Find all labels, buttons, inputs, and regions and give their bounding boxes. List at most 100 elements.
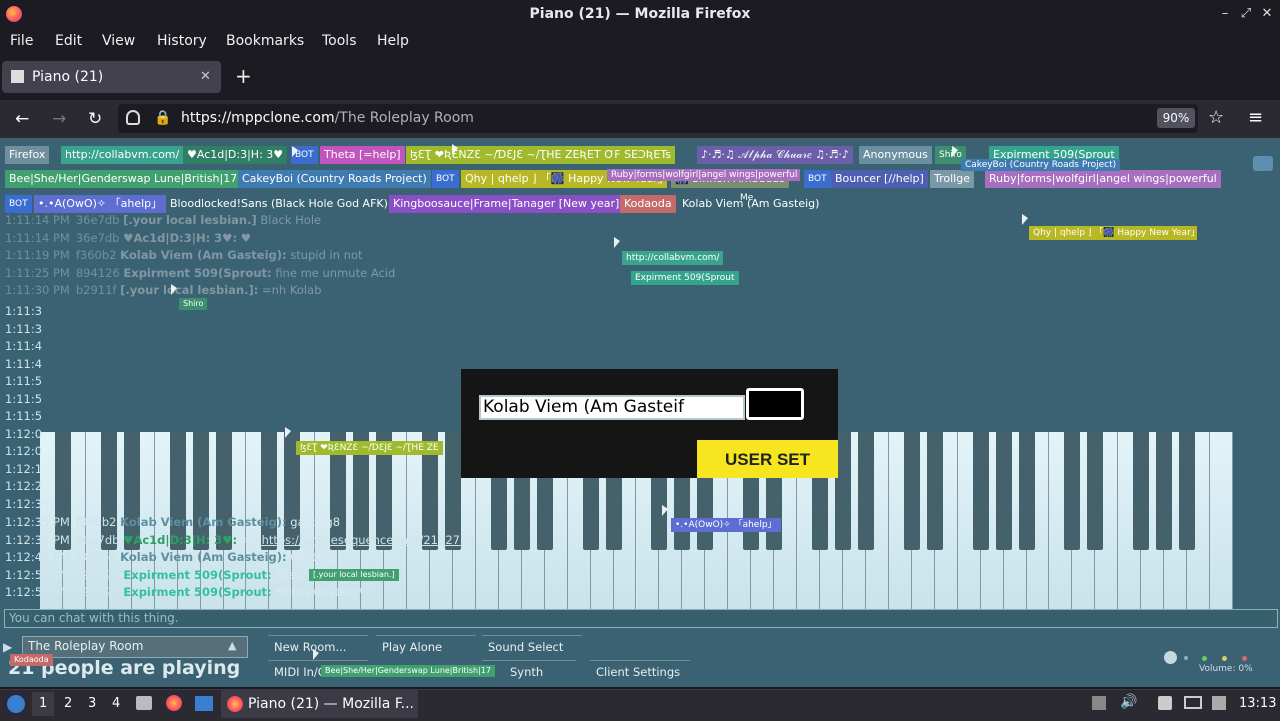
- workspace-4[interactable]: 4: [112, 696, 120, 712]
- piano-black-key[interactable]: [1064, 432, 1081, 550]
- user-tag[interactable]: Bouncer [//help]: [831, 170, 928, 188]
- chat-time: 1:11:4: [5, 339, 43, 353]
- workspace-3[interactable]: 3: [88, 696, 96, 712]
- start-menu-icon[interactable]: [7, 695, 25, 713]
- chat-time: 1:11:25 PM: [5, 265, 70, 280]
- tray-icon[interactable]: [1092, 696, 1106, 710]
- menu-help[interactable]: Help: [377, 29, 409, 54]
- chat-toggle-icon[interactable]: [1253, 156, 1273, 171]
- user-tag[interactable]: CakeyBoi (Country Roads Project): [238, 170, 431, 188]
- terminal-icon[interactable]: [195, 696, 213, 711]
- user-tag[interactable]: Firefox: [5, 146, 50, 164]
- menu-history[interactable]: History: [157, 29, 207, 54]
- chat-user-name: Kolab Viem (Am Gasteig):: [120, 550, 287, 564]
- display-icon[interactable]: [1184, 696, 1202, 709]
- piano-black-key[interactable]: [1133, 432, 1150, 550]
- chat-text: Gasteig: [290, 550, 335, 564]
- cursor-icon: [285, 427, 291, 438]
- piano-black-key[interactable]: [1018, 432, 1035, 550]
- cursor-label: Bee|She/Her|Genderswap Lune|British|17: [321, 665, 495, 677]
- client-settings-button[interactable]: Client Settings: [590, 660, 690, 683]
- piano-black-key[interactable]: [903, 432, 920, 550]
- cursor-icon: [1022, 214, 1028, 225]
- user-tag[interactable]: Trollge: [930, 170, 974, 188]
- chat-user-name: Kolab Viem (Am Gasteig):: [120, 515, 287, 529]
- chat-time: 1:11:5: [5, 409, 43, 423]
- piano-black-key[interactable]: [1087, 432, 1104, 550]
- room-name: The Roleplay Room: [28, 639, 144, 653]
- bookmark-star-icon[interactable]: ☆: [1208, 108, 1224, 128]
- menu-edit[interactable]: Edit: [55, 29, 82, 54]
- cursor-label: ɮƐƮ ❤ƦƐNZƐ ~/ƊƐJƐ ~/ƮHE ZE: [296, 441, 443, 455]
- user-tag[interactable]: ɮƐƮ ❤ƦƐNZƐ ~/ƊƐJƐ ~/ƮHE ZEƦET ƠF SEƆƦETs: [406, 146, 675, 164]
- workspace-1[interactable]: 1: [39, 696, 47, 712]
- user-tag[interactable]: Bee|She/Her|Genderswap Lune|British|17: [5, 170, 242, 188]
- tab-close-icon[interactable]: ✕: [200, 68, 211, 86]
- play-alone-button[interactable]: Play Alone: [376, 635, 476, 658]
- cursor-label: Kodaoda: [10, 654, 53, 666]
- minimize-icon[interactable]: –: [1215, 4, 1235, 24]
- user-tag[interactable]: http://collabvm.com/: [61, 146, 184, 164]
- zoom-level[interactable]: 90%: [1157, 108, 1195, 128]
- firefox-launcher-icon[interactable]: [166, 695, 182, 711]
- volume-dot-icon: [1184, 656, 1188, 660]
- piano-favicon-icon: [11, 70, 24, 83]
- cursor-icon: [614, 237, 620, 248]
- back-icon[interactable]: ←: [15, 109, 29, 129]
- chat-user-name: [.your local lesbian.]:: [120, 283, 259, 297]
- piano-black-key[interactable]: [1156, 432, 1173, 550]
- lock-icon[interactable]: 🔒: [154, 110, 171, 126]
- user-tag[interactable]: ♪·♬·♫ 𝒜𝓁𝓅𝒽𝒶 𝒞𝒽𝓊𝒶𝓇𝑒 ♫·♬·♪: [697, 146, 853, 164]
- menu-tools[interactable]: Tools: [322, 29, 357, 54]
- reload-icon[interactable]: ↻: [88, 109, 102, 129]
- color-picker[interactable]: [746, 388, 804, 420]
- user-tag[interactable]: Kodaoda: [620, 195, 676, 213]
- user-tag[interactable]: Kingboosauce|Frame|Tanager [New year]: [389, 195, 624, 213]
- url-text[interactable]: https://mppclone.com/The Roleplay Room: [181, 110, 474, 127]
- chat-text: gasteig8: [290, 515, 341, 529]
- user-tag[interactable]: Bloodlocked!Sans (Black Hole God AFK): [166, 195, 392, 213]
- user-tag[interactable]: Theta [=help]: [320, 146, 405, 164]
- chat-user-id: 894126: [75, 265, 120, 280]
- menu-view[interactable]: View: [102, 29, 135, 54]
- chat-link[interactable]: https://onlinesequencer.net/2152730: [258, 533, 475, 547]
- piano-black-key[interactable]: [857, 432, 874, 550]
- chat-user-id: 36e7db: [75, 213, 120, 227]
- workspace-2[interactable]: 2: [64, 696, 72, 712]
- tab-label: Piano (21): [32, 69, 104, 85]
- chat-user-id: 36e7db: [75, 532, 120, 547]
- room-dropdown-icon[interactable]: ▲: [228, 638, 236, 654]
- network-icon[interactable]: [1212, 696, 1226, 710]
- user-tag[interactable]: ♥Ac1d|D:3|H: 3♥: [183, 146, 288, 164]
- maximize-icon[interactable]: ⤢: [1236, 4, 1256, 24]
- chat-time: 1:12:38 PM: [5, 532, 70, 547]
- close-icon[interactable]: ✕: [1257, 4, 1277, 24]
- user-tag[interactable]: Anonymous: [859, 146, 932, 164]
- user-tag[interactable]: Ruby|forms|wolfgirl|angel wings|powerful: [985, 170, 1221, 188]
- piano-black-key[interactable]: [995, 432, 1012, 550]
- forward-icon[interactable]: →: [52, 109, 66, 129]
- username-input[interactable]: [479, 395, 745, 420]
- taskbar-app-title: Piano (21) — Mozilla F...: [248, 696, 414, 712]
- app-menu-icon[interactable]: ≡: [1248, 108, 1263, 128]
- piano-black-key[interactable]: [926, 432, 943, 550]
- chat-time: 1:11:19 PM: [5, 248, 70, 262]
- user-set-button[interactable]: USER SET: [697, 440, 838, 478]
- chat-user-name: Expirment 509(Sprout:: [123, 265, 272, 280]
- chat-input[interactable]: You can chat with this thing.: [4, 609, 1278, 628]
- sound-select-button[interactable]: Sound Select: [482, 635, 582, 658]
- clipboard-icon[interactable]: [1158, 696, 1172, 710]
- new-tab-button[interactable]: +: [235, 64, 252, 88]
- clock: 13:13: [1239, 696, 1277, 711]
- piano-black-key[interactable]: [972, 432, 989, 550]
- file-manager-icon[interactable]: [136, 696, 152, 710]
- piano-black-key[interactable]: [1179, 432, 1196, 550]
- shield-icon[interactable]: [126, 110, 140, 125]
- user-tag[interactable]: •.•A(OwO)✧ 「ahelp」: [34, 195, 167, 213]
- menu-bookmarks[interactable]: Bookmarks: [226, 29, 304, 54]
- synth-button[interactable]: Synth: [482, 660, 576, 682]
- volume-icon[interactable]: 🔊: [1120, 694, 1137, 710]
- menu-file[interactable]: File: [10, 29, 33, 54]
- volume-knob-icon[interactable]: [1164, 651, 1177, 664]
- chat-user-id: 894126: [75, 585, 120, 599]
